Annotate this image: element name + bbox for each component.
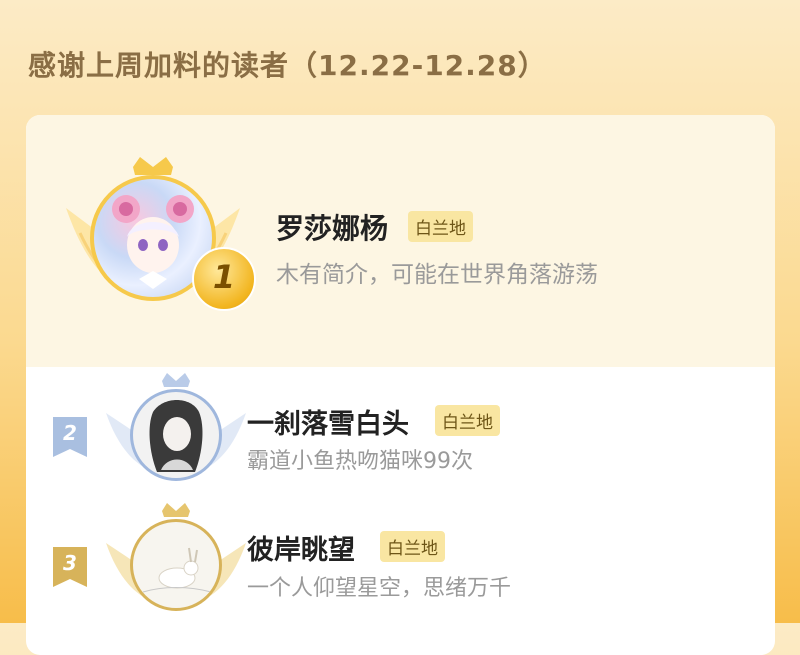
reader-name[interactable]: 罗莎娜杨: [276, 207, 388, 247]
avatar-frame: [106, 503, 246, 623]
avatar[interactable]: [130, 389, 222, 481]
avatar[interactable]: [130, 519, 222, 611]
reader-badge: 白兰地: [435, 405, 500, 436]
leaderboard-card: 1 罗莎娜杨 白兰地 木有简介，可能在世界角落游荡 2 一刹落雪白头 白兰地 霸…: [26, 115, 775, 655]
reader-badge: 白兰地: [408, 211, 473, 242]
reader-bio: 一个人仰望星空，思绪万千: [247, 576, 512, 601]
rank-number: 1: [212, 258, 236, 296]
reader-bio: 霸道小鱼热吻猫咪99次: [247, 449, 473, 474]
reader-row-2[interactable]: 2 一刹落雪白头 白兰地 霸道小鱼热吻猫咪99次: [26, 367, 775, 487]
reader-bio: 木有简介，可能在世界角落游荡: [276, 262, 598, 288]
avatar-frame: 1: [60, 153, 256, 323]
avatar-illustration: [142, 547, 212, 593]
avatar-illustration: [149, 400, 203, 472]
reader-badge: 白兰地: [380, 531, 445, 562]
reader-row-1[interactable]: 1 罗莎娜杨 白兰地 木有简介，可能在世界角落游荡: [26, 115, 775, 367]
rank-1-medal-icon: 1: [192, 247, 256, 311]
reader-name[interactable]: 一刹落雪白头: [247, 402, 409, 441]
rank-number: 2: [63, 421, 77, 445]
reader-name[interactable]: 彼岸眺望: [247, 528, 355, 567]
avatar-frame: [106, 373, 246, 493]
rank-number: 3: [63, 551, 77, 575]
page-title: 感谢上周加料的读者（12.22-12.28）: [28, 49, 547, 82]
reader-row-3[interactable]: 3 彼岸眺望 白兰地 一个人仰望星空，思绪万千: [26, 495, 775, 615]
